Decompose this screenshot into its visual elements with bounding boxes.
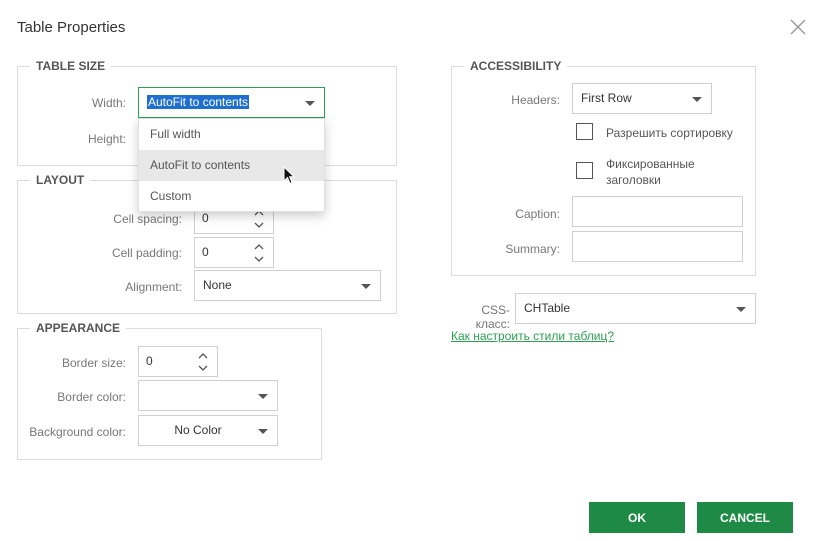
width-select-value: AutoFit to contents [147, 95, 250, 109]
close-icon[interactable] [788, 17, 808, 37]
chevron-down-icon [258, 394, 268, 399]
mouse-pointer-icon [283, 166, 295, 185]
fixed-headers-checkbox[interactable] [576, 162, 593, 179]
caption-input[interactable] [572, 196, 743, 227]
fixed-headers-label: Фиксированные заголовки [606, 156, 695, 188]
width-dropdown-list: Full width AutoFit to contents Custom [138, 118, 325, 212]
layout-legend: LAYOUT [30, 173, 91, 187]
sortable-label: Разрешить сортировку [606, 126, 733, 140]
height-label: Height: [87, 132, 126, 146]
spinner-arrows-icon[interactable] [197, 351, 209, 373]
chevron-down-icon [736, 307, 746, 312]
background-color-label: Background color: [29, 425, 126, 439]
border-size-value: 0 [146, 354, 153, 368]
css-class-select[interactable]: CHTable [515, 293, 756, 324]
background-color-select[interactable]: No Color [138, 415, 278, 446]
summary-input[interactable] [572, 231, 743, 262]
summary-label: Summary: [505, 242, 560, 256]
chevron-down-icon [361, 284, 371, 289]
fixed-headers-label-line2: заголовки [606, 173, 661, 187]
chevron-down-icon [692, 97, 702, 102]
dropdown-option-full-width[interactable]: Full width [139, 119, 324, 150]
cell-padding-value: 0 [202, 245, 209, 259]
cell-spacing-label: Cell spacing: [113, 212, 182, 226]
cell-padding-stepper[interactable]: 0 [194, 237, 274, 268]
border-size-label: Border size: [61, 356, 126, 370]
ok-button[interactable]: OK [589, 502, 685, 533]
appearance-legend: APPEARANCE [30, 321, 127, 335]
border-color-select[interactable] [138, 380, 278, 411]
border-color-label: Border color: [57, 390, 126, 404]
table-styles-help-link[interactable]: Как настроить стили таблиц? [451, 329, 614, 343]
table-size-legend: TABLE SIZE [30, 59, 112, 73]
table-properties-dialog: Table Properties TABLE SIZE Width: AutoF… [0, 0, 818, 541]
width-label: Width: [91, 96, 126, 110]
accessibility-legend: ACCESSIBILITY [464, 59, 568, 73]
fixed-headers-label-line1: Фиксированные [606, 157, 695, 171]
cell-padding-label: Cell padding: [111, 246, 182, 260]
alignment-select[interactable]: None [194, 270, 381, 301]
chevron-down-icon [305, 101, 315, 106]
sortable-checkbox[interactable] [576, 123, 593, 140]
cancel-button[interactable]: CANCEL [697, 502, 793, 533]
background-color-value: No Color [174, 423, 222, 437]
caption-label: Caption: [515, 207, 560, 221]
headers-select[interactable]: First Row [572, 83, 712, 114]
alignment-select-value: None [203, 278, 232, 292]
chevron-down-icon [258, 429, 268, 434]
css-class-label: CSS-класс: [475, 303, 510, 331]
border-size-stepper[interactable]: 0 [138, 346, 218, 377]
dropdown-option-autofit[interactable]: AutoFit to contents [139, 150, 324, 181]
headers-select-value: First Row [581, 91, 632, 105]
css-class-value: CHTable [524, 301, 571, 315]
alignment-label: Alignment: [125, 280, 182, 294]
dialog-title: Table Properties [17, 19, 126, 36]
width-select[interactable]: AutoFit to contents [138, 87, 325, 118]
cell-spacing-value: 0 [202, 211, 209, 225]
spinner-arrows-icon[interactable] [253, 242, 265, 264]
headers-label: Headers: [511, 93, 560, 107]
dropdown-option-custom[interactable]: Custom [139, 181, 324, 212]
